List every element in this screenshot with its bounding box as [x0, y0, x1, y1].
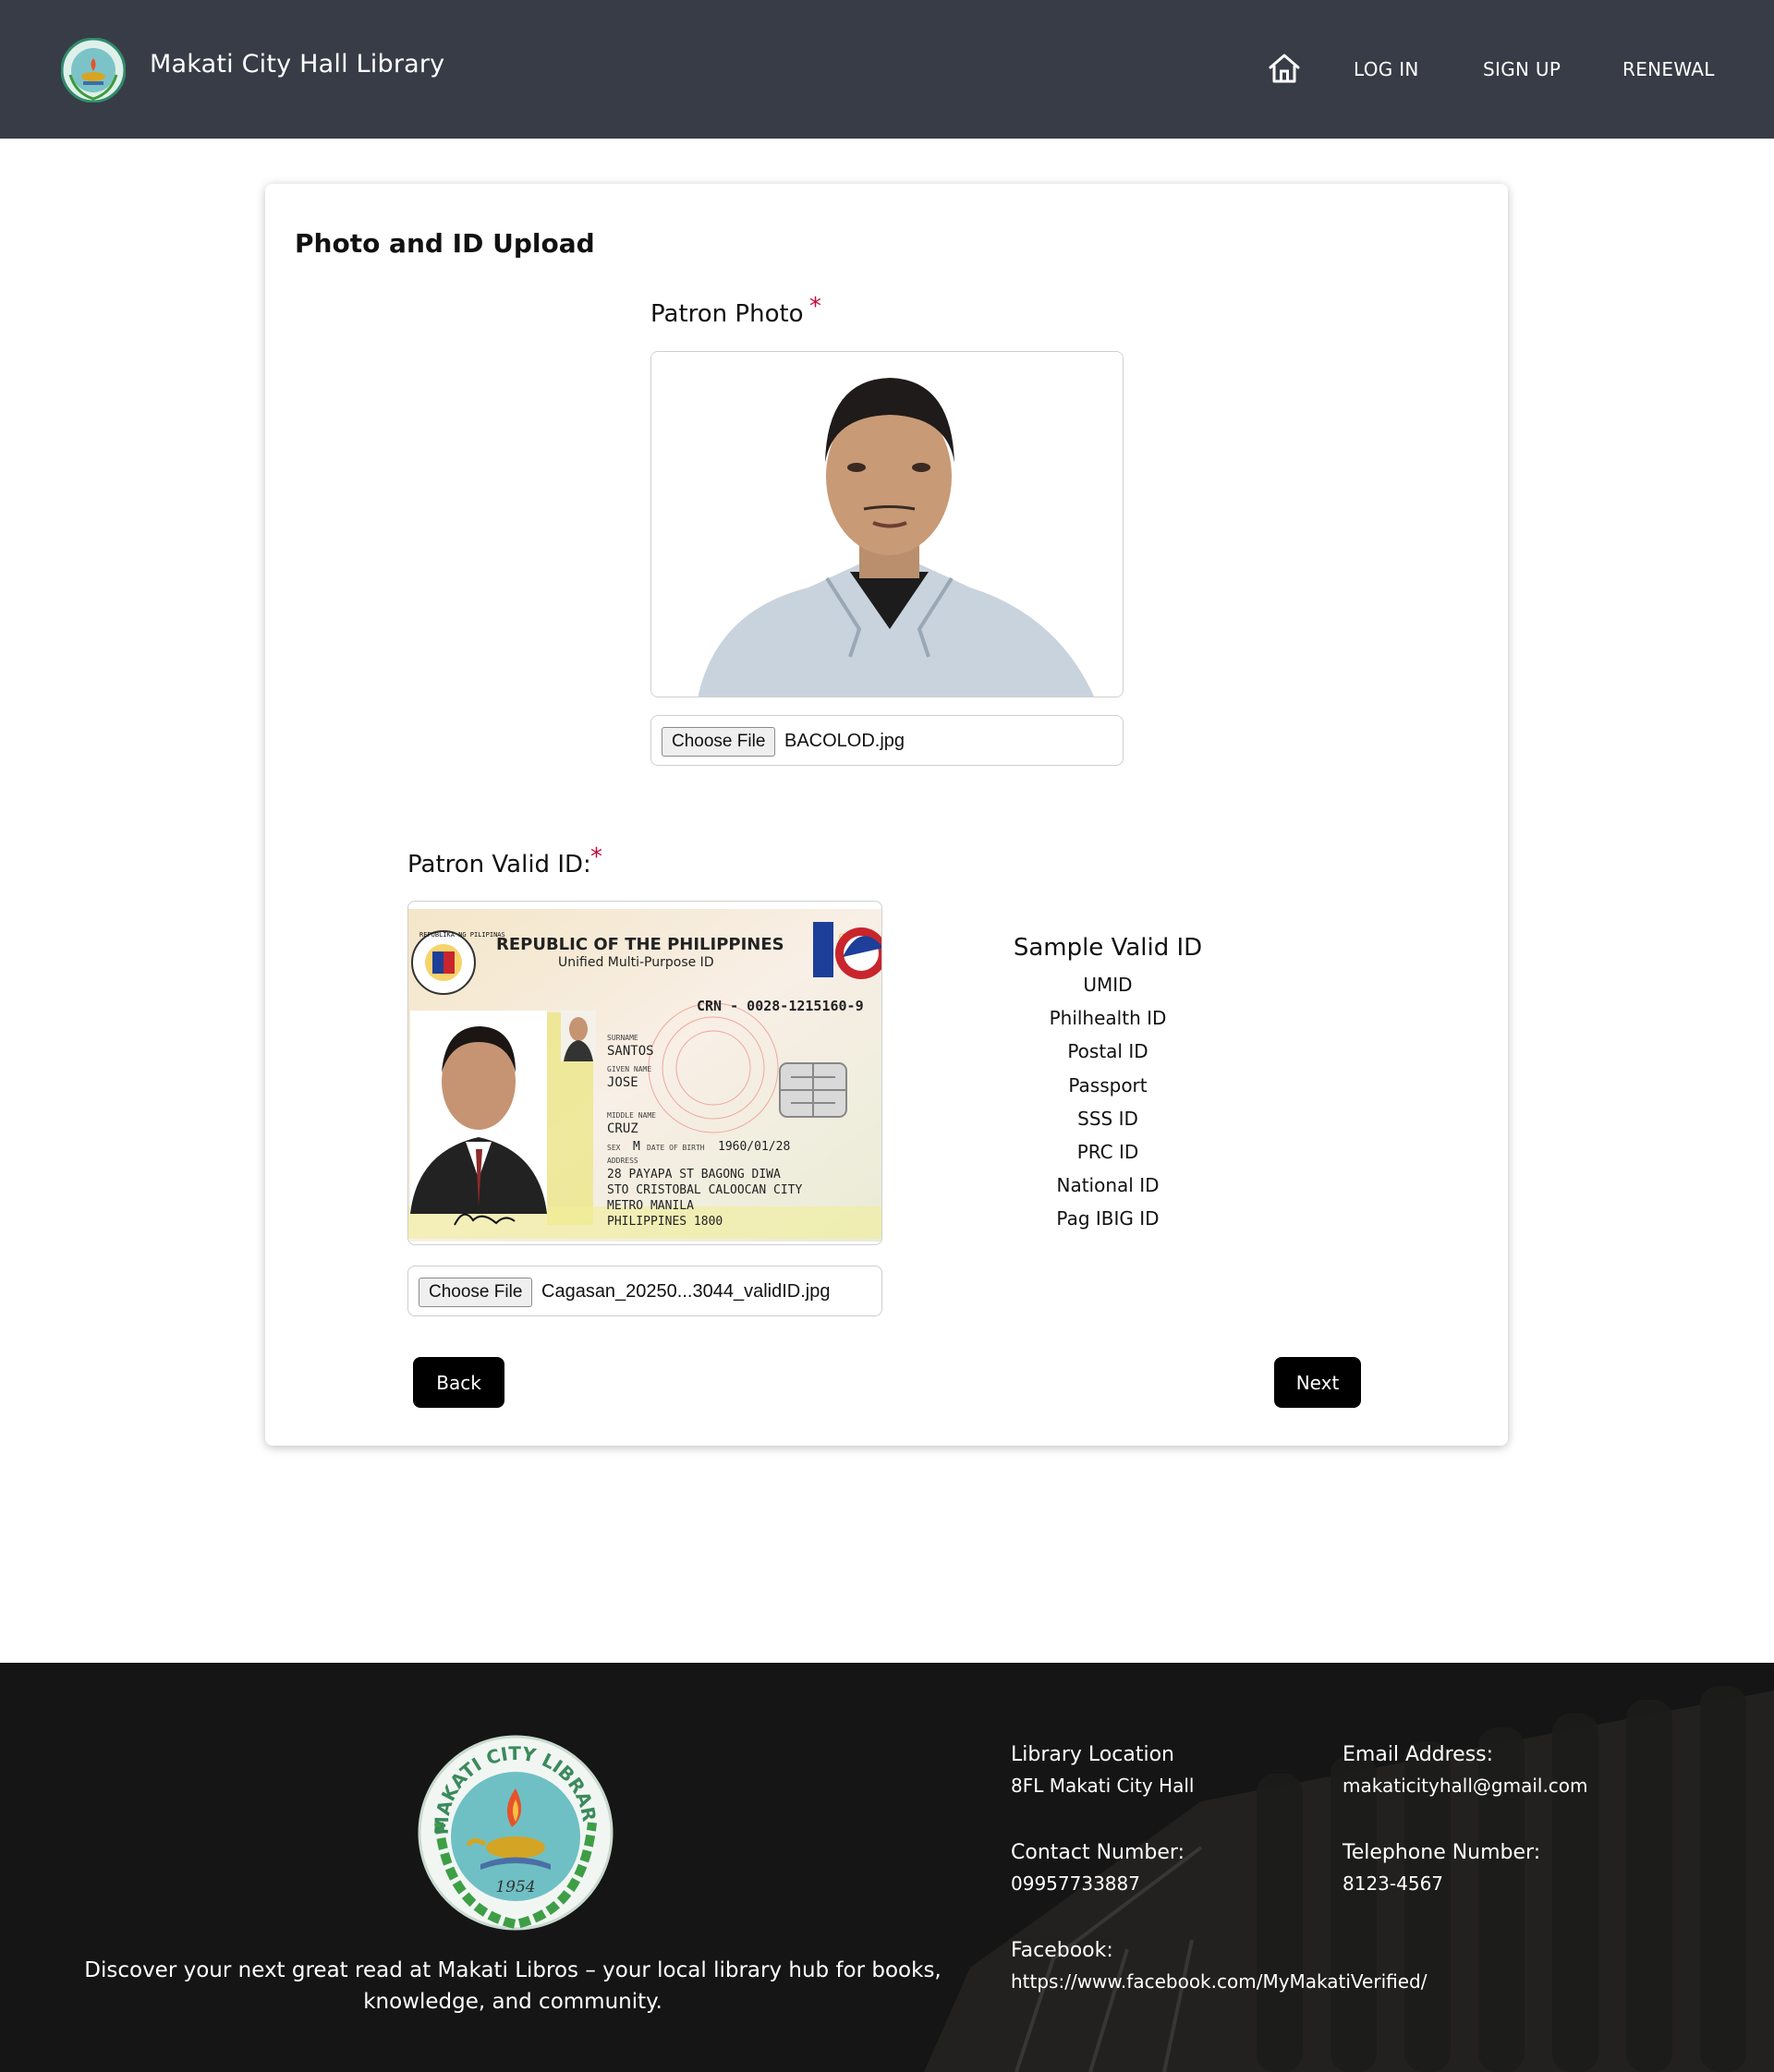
footer: MAKATI CITY LIBRARY 1954 Discover your n…: [0, 1663, 1774, 2072]
id-surname-label: SURNAME: [607, 1034, 638, 1042]
library-logo-icon[interactable]: [61, 38, 126, 103]
id-dob-value: 1960/01/28: [718, 1140, 790, 1154]
footer-facebook-link[interactable]: https://www.facebook.com/MyMakatiVerifie…: [1011, 1970, 1427, 1993]
id-crn-text: CRN - 0028-1215160-9: [697, 998, 864, 1014]
sample-valid-id-list: UMID Philhealth ID Postal ID Passport SS…: [1006, 974, 1209, 1242]
id-address-line: METRO MANILA: [607, 1199, 694, 1213]
page-title: Photo and ID Upload: [295, 228, 595, 259]
required-asterisk: *: [809, 293, 821, 321]
footer-location-label: Library Location: [1011, 1743, 1174, 1766]
patron-photo-preview: [650, 351, 1124, 697]
list-item: Pag IBIG ID: [1056, 1207, 1160, 1230]
required-asterisk: *: [590, 843, 602, 871]
footer-contact-value: 09957733887: [1011, 1872, 1140, 1895]
list-item: National ID: [1056, 1174, 1160, 1197]
id-surname-value: SANTOS: [607, 1044, 654, 1059]
nav-renewal-link[interactable]: RENEWAL: [1622, 58, 1715, 80]
id-dob-label: DATE OF BIRTH: [647, 1144, 705, 1152]
sample-valid-id-title: Sample Valid ID: [1013, 934, 1203, 962]
nav-signup-link[interactable]: SIGN UP: [1483, 58, 1561, 80]
top-navbar: Makati City Hall Library LOG IN SIGN UP …: [0, 0, 1774, 139]
list-item: Philhealth ID: [1049, 1007, 1167, 1030]
home-icon[interactable]: [1268, 53, 1301, 84]
footer-facebook-label: Facebook:: [1011, 1939, 1113, 1962]
footer-tagline: Discover your next great read at Makati …: [84, 1958, 942, 2014]
id-address-label: ADDRESS: [607, 1157, 638, 1165]
id-address-line: STO CRISTOBAL CALOOCAN CITY: [607, 1183, 802, 1197]
seal-text: REPUBLIKA NG PILIPINAS: [419, 931, 505, 939]
id-address-line: 28 PAYAPA ST BAGONG DIWA: [607, 1168, 781, 1181]
list-item: Passport: [1068, 1073, 1148, 1097]
list-item: Postal ID: [1067, 1040, 1148, 1063]
list-item: UMID: [1083, 974, 1133, 996]
footer-telephone-label: Telephone Number:: [1343, 1841, 1541, 1864]
back-button[interactable]: Back: [413, 1357, 504, 1408]
patron-photo-file-name: BACOLOD.jpg: [784, 731, 905, 751]
footer-email-value[interactable]: makaticityhall@gmail.com: [1343, 1775, 1588, 1797]
id-given-value: JOSE: [607, 1075, 638, 1090]
valid-id-image: REPUBLIKA NG PILIPINAS REPUBLIC OF THE P…: [408, 909, 881, 1242]
valid-id-file-input[interactable]: Choose File Cagasan_20250...3044_validID…: [407, 1266, 882, 1316]
id-address-line: PHILIPPINES 1800: [607, 1215, 723, 1229]
id-sex-value: M: [633, 1140, 640, 1154]
valid-id-file-name: Cagasan_20250...3044_validID.jpg: [541, 1281, 831, 1302]
id-middle-label: MIDDLE NAME: [607, 1111, 656, 1120]
patron-photo-label: Patron Photo: [650, 300, 804, 328]
patron-valid-id-label: Patron Valid ID:: [407, 851, 591, 878]
footer-email-label: Email Address:: [1343, 1743, 1494, 1766]
footer-logo-year: 1954: [495, 1878, 535, 1896]
valid-id-preview: REPUBLIKA NG PILIPINAS REPUBLIC OF THE P…: [407, 901, 882, 1245]
valid-id-choose-file-button[interactable]: Choose File: [419, 1278, 533, 1307]
footer-telephone-value: 8123-4567: [1343, 1872, 1444, 1895]
id-card-type-text: Unified Multi-Purpose ID: [558, 955, 714, 970]
footer-library-logo-icon: MAKATI CITY LIBRARY 1954: [411, 1735, 614, 1931]
patron-photo-file-input[interactable]: Choose File BACOLOD.jpg: [650, 715, 1124, 766]
upload-card: Photo and ID Upload Patron Photo * Choos…: [265, 184, 1508, 1446]
site-title[interactable]: Makati City Hall Library: [150, 50, 444, 79]
patron-photo-image: [651, 352, 1123, 697]
id-sex-label: SEX: [607, 1144, 621, 1152]
id-middle-value: CRUZ: [607, 1121, 638, 1136]
list-item: SSS ID: [1077, 1107, 1138, 1130]
id-country-text: REPUBLIC OF THE PHILIPPINES: [496, 935, 784, 954]
footer-contact-label: Contact Number:: [1011, 1841, 1185, 1864]
list-item: PRC ID: [1076, 1140, 1139, 1163]
footer-location-value: 8FL Makati City Hall: [1011, 1775, 1195, 1797]
id-given-label: GIVEN NAME: [607, 1065, 651, 1073]
next-button[interactable]: Next: [1274, 1357, 1361, 1408]
nav-login-link[interactable]: LOG IN: [1354, 58, 1419, 80]
patron-photo-choose-file-button[interactable]: Choose File: [662, 727, 776, 757]
